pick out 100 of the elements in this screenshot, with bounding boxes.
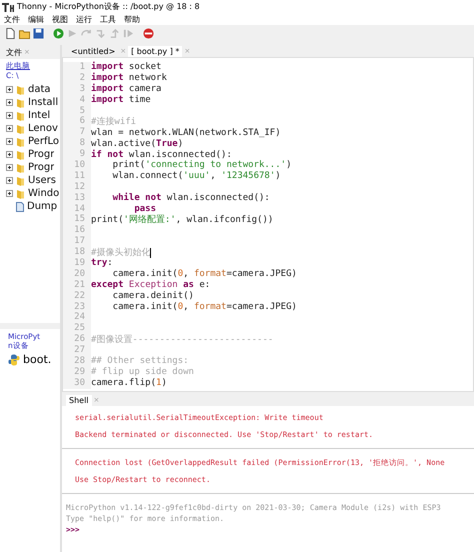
file-icon <box>16 202 24 212</box>
expand-icon[interactable] <box>6 138 13 145</box>
folder-item[interactable]: Users <box>28 175 56 186</box>
folder-item[interactable]: PerfLo <box>28 136 59 147</box>
folder-icon <box>16 84 25 94</box>
code-line: #图像设置-------------------------- <box>91 334 274 346</box>
expand-icon[interactable] <box>6 99 13 106</box>
folder-item[interactable]: Windo <box>28 188 60 199</box>
code-line: pass <box>133 204 156 214</box>
code-line: camera.init(0, format=camera.JPEG) <box>112 302 297 312</box>
folder-icon <box>16 176 25 186</box>
line-number: 27 <box>63 345 91 356</box>
open-icon[interactable] <box>18 28 31 38</box>
line-number: 25 <box>63 323 91 334</box>
code-line: print('connecting to network...') <box>112 160 292 170</box>
folder-icon <box>16 110 25 120</box>
code-line: print('网络配置:', wlan.ifconfig()) <box>91 214 274 226</box>
folder-item[interactable]: Progr <box>28 149 54 160</box>
line-number: 26 <box>63 334 91 346</box>
line-number: 17 <box>63 236 91 248</box>
line-number: 21 <box>63 280 91 291</box>
shell-console[interactable] <box>62 406 474 552</box>
shell-tab[interactable]: Shell <box>66 394 92 406</box>
line-number: 7 <box>63 127 91 138</box>
code-line: if not wlan.isconnected(): <box>91 150 232 160</box>
code-line: wlan.active(True) <box>91 138 184 149</box>
editor-tab[interactable]: [ boot.py ] * <box>128 46 182 56</box>
line-number: 18 <box>63 247 91 258</box>
code-line: while not wlan.isconnected(): <box>112 193 270 204</box>
expand-icon[interactable] <box>6 112 13 119</box>
menu-item[interactable]: 帮助 <box>124 14 140 24</box>
code-line: #摄像头初始化 <box>91 246 150 258</box>
code-line: import network <box>91 73 167 84</box>
line-number: 22 <box>63 290 91 302</box>
folder-item[interactable]: Install <box>28 97 58 108</box>
code-line: # flip up side down <box>91 367 194 378</box>
python-file-icon <box>8 354 20 366</box>
code-line: camera.init(0, format=camera.JPEG) <box>112 269 297 280</box>
line-number: 9 <box>63 149 91 160</box>
expand-icon[interactable] <box>6 151 13 158</box>
stop-icon[interactable] <box>142 28 155 38</box>
line-number: 2 <box>63 72 91 84</box>
expand-icon[interactable] <box>6 190 13 197</box>
editor-tab[interactable]: <untitled> <box>68 46 118 56</box>
code-line: camera.flip(1) <box>91 378 167 388</box>
code-line: #连接wifi <box>91 116 136 128</box>
line-number: 10 <box>63 160 91 171</box>
code-line: import camera <box>91 84 162 94</box>
line-number: 16 <box>63 225 91 236</box>
line-number: 28 <box>63 356 91 367</box>
code-line: import time <box>91 95 151 106</box>
line-number: 30 <box>63 378 91 389</box>
app-logo-icon <box>2 2 14 12</box>
line-number: 3 <box>63 84 91 95</box>
run-icon[interactable] <box>52 28 65 38</box>
menu-item[interactable]: 文件 <box>4 14 20 24</box>
expand-icon[interactable] <box>6 86 13 93</box>
folder-item[interactable]: Intel <box>28 110 50 121</box>
code-line: try: <box>91 258 113 268</box>
menu-item[interactable]: 视图 <box>52 14 68 24</box>
code-line: ## Other settings: <box>91 356 189 366</box>
line-number: 6 <box>63 116 91 128</box>
menu-item[interactable]: 运行 <box>76 14 92 24</box>
code-line: wlan.connect('uuu', '12345678') <box>112 171 281 182</box>
file-item[interactable]: Dump <box>27 201 58 212</box>
code-line: camera.deinit() <box>112 291 194 302</box>
line-number: 4 <box>63 94 91 106</box>
folder-icon <box>16 98 25 108</box>
code-line: wlan = network.WLAN(network.STA_IF) <box>91 128 281 138</box>
line-number: 24 <box>63 312 91 324</box>
folder-icon <box>16 124 25 134</box>
code-line: import socket <box>91 62 162 72</box>
line-number: 19 <box>63 258 91 269</box>
folder-icon <box>16 188 25 198</box>
folder-icon <box>16 136 25 146</box>
expand-icon[interactable] <box>6 164 13 171</box>
menu-item[interactable]: 编辑 <box>28 14 44 24</box>
line-number: 12 <box>63 182 91 193</box>
line-number: 11 <box>63 170 91 182</box>
menu-item[interactable]: 工具 <box>100 14 116 24</box>
folder-item[interactable]: Progr <box>28 162 54 173</box>
folder-item[interactable]: Lenov <box>28 123 58 134</box>
line-number: 29 <box>63 366 91 378</box>
save-icon[interactable] <box>32 28 45 38</box>
panel-tab[interactable]: 文件 <box>6 46 22 58</box>
window-title: Thonny - MicroPython设备 :: /boot.py @ 18 : 8 <box>17 1 200 12</box>
folder-icon <box>16 162 25 172</box>
folder-icon <box>16 150 25 160</box>
line-number: 13 <box>63 192 91 204</box>
folder-item[interactable]: data <box>28 84 51 95</box>
line-number: 5 <box>63 106 91 116</box>
new-icon[interactable] <box>4 28 17 38</box>
line-number: 23 <box>63 302 91 312</box>
expand-icon[interactable] <box>6 125 13 132</box>
line-number: 20 <box>63 268 91 280</box>
line-number: 8 <box>63 138 91 150</box>
file-item[interactable]: boot. <box>23 353 52 366</box>
expand-icon[interactable] <box>6 177 13 184</box>
code-editor[interactable] <box>62 57 474 392</box>
line-number: 1 <box>63 62 91 73</box>
